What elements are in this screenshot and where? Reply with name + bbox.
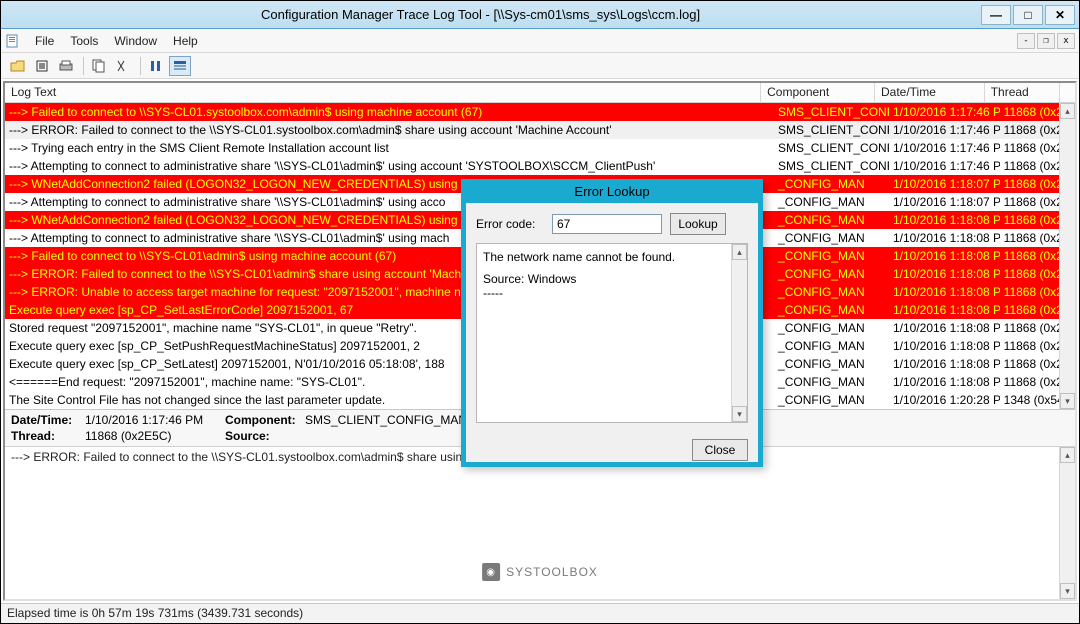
window-title: Configuration Manager Trace Log Tool - […	[261, 7, 981, 22]
watermark: ◉ SYSTOOLBOX	[482, 563, 598, 581]
datetime-cell: 1/10/2016 1:18:08 PM	[889, 265, 1000, 283]
datetime-cell: 1/10/2016 1:18:08 PM	[889, 301, 1000, 319]
datetime-cell: 1/10/2016 1:17:46 PM	[889, 157, 1000, 175]
log-row[interactable]: ---> Attempting to connect to administra…	[5, 157, 1075, 175]
datetime-cell: 1/10/2016 1:18:08 PM	[889, 229, 1000, 247]
datetime-cell: 1/10/2016 1:17:46 PM	[889, 139, 1000, 157]
menu-help[interactable]: Help	[165, 32, 206, 50]
watermark-text: SYSTOOLBOX	[506, 565, 598, 579]
col-log-text[interactable]: Log Text	[5, 83, 761, 102]
component-cell: _CONFIG_MAN	[774, 373, 889, 391]
component-cell: _CONFIG_MAN	[774, 355, 889, 373]
mdi-close-button[interactable]: x	[1057, 33, 1075, 49]
menu-tools[interactable]: Tools	[62, 32, 106, 50]
scroll-down-icon[interactable]: ▾	[1060, 393, 1075, 409]
detail-thr-value: 11868 (0x2E5C)	[85, 429, 225, 443]
datetime-cell: 1/10/2016 1:18:07 PM	[889, 175, 1000, 193]
component-cell: SMS_CLIENT_CONFIG_MAN	[774, 157, 889, 175]
dialog-scroll-down-icon[interactable]: ▾	[732, 406, 747, 422]
watermark-logo-icon: ◉	[482, 563, 500, 581]
msg-scroll-up-icon[interactable]: ▴	[1060, 447, 1075, 463]
datetime-cell: 1/10/2016 1:18:08 PM	[889, 355, 1000, 373]
datetime-cell: 1/10/2016 1:18:08 PM	[889, 283, 1000, 301]
dialog-scrollbar[interactable]: ▴ ▾	[731, 244, 747, 422]
detail-dt-value: 1/10/2016 1:17:46 PM	[85, 413, 225, 427]
component-cell: SMS_CLIENT_CONFIG_MAN	[774, 103, 889, 121]
col-component[interactable]: Component	[761, 83, 875, 102]
msg-scroll-down-icon[interactable]: ▾	[1060, 583, 1075, 599]
print-icon[interactable]	[55, 56, 77, 76]
log-text-cell: ---> ERROR: Failed to connect to the \\S…	[5, 121, 774, 139]
error-code-input[interactable]	[552, 214, 662, 234]
menu-window[interactable]: Window	[106, 32, 165, 50]
vertical-scrollbar[interactable]: ▴ ▾	[1059, 103, 1075, 409]
error-line-3: -----	[483, 286, 741, 300]
component-cell: _CONFIG_MAN	[774, 193, 889, 211]
app-icon	[5, 33, 21, 49]
component-cell: _CONFIG_MAN	[774, 211, 889, 229]
close-button[interactable]: ✕	[1045, 5, 1075, 25]
datetime-cell: 1/10/2016 1:17:46 PM	[889, 103, 1000, 121]
col-thread[interactable]: Thread	[985, 83, 1060, 102]
component-cell: _CONFIG_MAN	[774, 229, 889, 247]
detail-src-label: Source:	[225, 429, 305, 443]
status-text: Elapsed time is 0h 57m 19s 731ms (3439.7…	[7, 606, 303, 620]
component-cell: _CONFIG_MAN	[774, 283, 889, 301]
error-lookup-dialog: Error Lookup Error code: Lookup The netw…	[461, 179, 763, 467]
log-row[interactable]: ---> ERROR: Failed to connect to the \\S…	[5, 121, 1075, 139]
highlight-icon[interactable]	[169, 56, 191, 76]
component-cell: _CONFIG_MAN	[774, 265, 889, 283]
datetime-cell: 1/10/2016 1:20:28 PM	[889, 391, 1000, 409]
menu-file[interactable]: File	[27, 32, 62, 50]
component-cell: SMS_CLIENT_CONFIG_MAN	[774, 121, 889, 139]
detail-comp-label: Component:	[225, 413, 305, 427]
datetime-cell: 1/10/2016 1:18:07 PM	[889, 193, 1000, 211]
mdi-restore-button[interactable]: ❐	[1037, 33, 1055, 49]
status-bar: Elapsed time is 0h 57m 19s 731ms (3439.7…	[1, 603, 1079, 623]
title-bar: Configuration Manager Trace Log Tool - […	[1, 1, 1079, 29]
dialog-title: Error Lookup	[461, 179, 763, 203]
datetime-cell: 1/10/2016 1:18:08 PM	[889, 319, 1000, 337]
log-row[interactable]: ---> Failed to connect to \\SYS-CL01.sys…	[5, 103, 1075, 121]
detail-thr-label: Thread:	[11, 429, 85, 443]
component-cell: _CONFIG_MAN	[774, 175, 889, 193]
close-dialog-button[interactable]: Close	[692, 439, 748, 461]
mdi-minimize-button[interactable]: -	[1017, 33, 1035, 49]
datetime-cell: 1/10/2016 1:18:08 PM	[889, 373, 1000, 391]
dialog-scroll-up-icon[interactable]: ▴	[732, 244, 747, 260]
scroll-up-icon[interactable]: ▴	[1060, 103, 1075, 119]
log-text-cell: ---> Failed to connect to \\SYS-CL01.sys…	[5, 103, 774, 121]
maximize-button[interactable]: □	[1013, 5, 1043, 25]
empty-area: ▾ ◉ SYSTOOLBOX	[5, 467, 1075, 599]
component-cell: _CONFIG_MAN	[774, 391, 889, 409]
log-row[interactable]: ---> Trying each entry in the SMS Client…	[5, 139, 1075, 157]
copy-icon[interactable]	[88, 56, 110, 76]
datetime-cell: 1/10/2016 1:18:08 PM	[889, 211, 1000, 229]
error-code-label: Error code:	[476, 217, 544, 231]
error-description-box: The network name cannot be found. Source…	[476, 243, 748, 423]
error-line-1: The network name cannot be found.	[483, 250, 741, 264]
pause-icon[interactable]	[145, 56, 167, 76]
detail-dt-label: Date/Time:	[11, 413, 85, 427]
column-header: Log Text Component Date/Time Thread	[5, 83, 1075, 103]
toolbar	[1, 53, 1079, 79]
log-text-cell: ---> Trying each entry in the SMS Client…	[5, 139, 774, 157]
component-cell: _CONFIG_MAN	[774, 247, 889, 265]
refresh-icon[interactable]	[31, 56, 53, 76]
minimize-button[interactable]: —	[981, 5, 1011, 25]
datetime-cell: 1/10/2016 1:18:08 PM	[889, 247, 1000, 265]
error-line-2: Source: Windows	[483, 272, 741, 286]
component-cell: SMS_CLIENT_CONFIG_MAN	[774, 139, 889, 157]
col-datetime[interactable]: Date/Time	[875, 83, 985, 102]
lookup-button[interactable]: Lookup	[670, 213, 726, 235]
component-cell: _CONFIG_MAN	[774, 319, 889, 337]
open-icon[interactable]	[7, 56, 29, 76]
log-text-cell: ---> Attempting to connect to administra…	[5, 157, 774, 175]
datetime-cell: 1/10/2016 1:17:46 PM	[889, 121, 1000, 139]
component-cell: _CONFIG_MAN	[774, 337, 889, 355]
find-icon[interactable]	[112, 56, 134, 76]
component-cell: _CONFIG_MAN	[774, 301, 889, 319]
datetime-cell: 1/10/2016 1:18:08 PM	[889, 337, 1000, 355]
menu-bar: File Tools Window Help - ❐ x	[1, 29, 1079, 53]
